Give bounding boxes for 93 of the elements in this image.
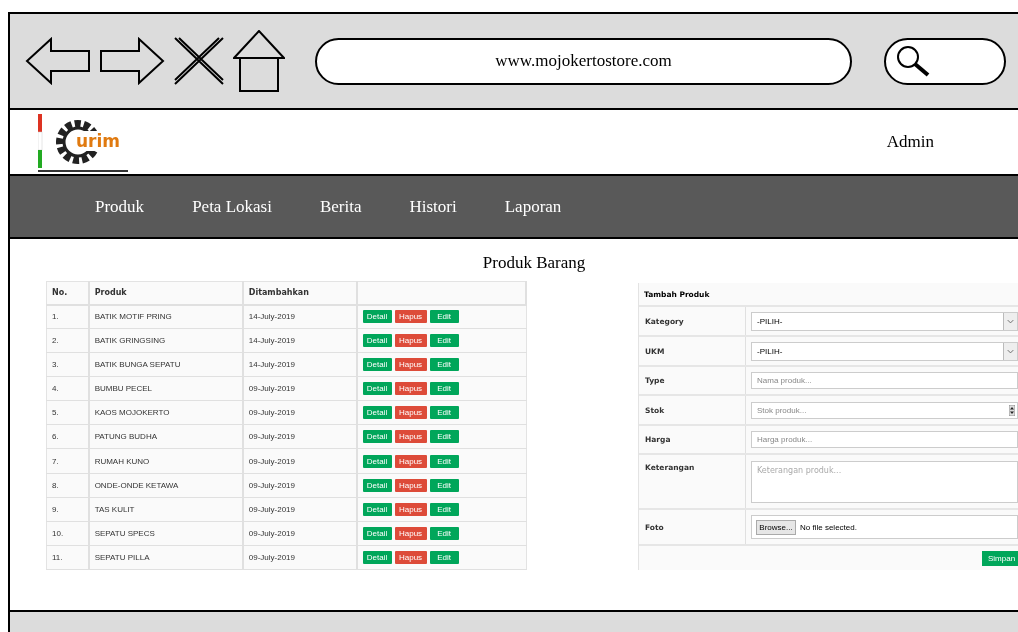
action-button[interactable]: Detail	[362, 358, 392, 372]
save-button[interactable]: Simpan	[982, 550, 1018, 566]
nav-link[interactable]: Histori	[409, 196, 457, 217]
table-cell: 14-July-2019	[242, 352, 357, 377]
back-arrow-icon[interactable]	[25, 37, 91, 85]
action-button[interactable]: Hapus	[394, 454, 427, 468]
action-button[interactable]: Hapus	[394, 526, 427, 540]
browse-button[interactable]: Browse...	[756, 519, 796, 535]
action-button[interactable]: Detail	[362, 382, 392, 396]
text-field[interactable]: Harga produk...	[751, 431, 1018, 448]
close-icon[interactable]	[173, 36, 225, 86]
action-button[interactable]: Detail	[362, 430, 392, 444]
number-field[interactable]: Stok produk...	[751, 401, 1018, 419]
action-button[interactable]: Edit	[429, 430, 459, 444]
table-cell: 09-July-2019	[242, 521, 357, 546]
action-button[interactable]: Edit	[429, 310, 459, 324]
action-button[interactable]: Hapus	[394, 430, 427, 444]
action-button[interactable]: Edit	[429, 382, 459, 396]
table-cell: 09-July-2019	[242, 424, 357, 449]
action-button[interactable]: Detail	[362, 502, 392, 516]
page-title: Produk Barang	[481, 252, 587, 274]
action-button[interactable]: Edit	[429, 478, 459, 492]
table-cell: BATIK GRINGSING	[88, 328, 243, 353]
forward-arrow-icon[interactable]	[99, 37, 165, 85]
action-button[interactable]: Edit	[429, 454, 459, 468]
action-button[interactable]: Detail	[362, 478, 392, 492]
address-bar[interactable]: www.mojokertostore.com	[315, 37, 852, 85]
action-button[interactable]: Detail	[362, 406, 392, 420]
description-field[interactable]: Keterangan produk...	[751, 460, 1018, 503]
table-cell: 09-July-2019	[242, 497, 357, 522]
action-button[interactable]: Hapus	[394, 550, 427, 564]
user-name: Admin	[886, 132, 934, 152]
table-cell: 1.	[46, 304, 89, 329]
nav-link[interactable]: Peta Lokasi	[192, 196, 272, 217]
table-cell: 2.	[46, 328, 89, 353]
table-cell: 3.	[46, 352, 89, 377]
table-cell: 7.	[46, 448, 89, 474]
action-button[interactable]: Edit	[429, 334, 459, 348]
action-button[interactable]: Edit	[429, 406, 459, 420]
action-button[interactable]: Hapus	[394, 382, 427, 396]
table-cell: 14-July-2019	[242, 328, 357, 353]
column-header: Ditambahkan	[242, 281, 357, 305]
search-field[interactable]	[884, 37, 1006, 85]
select-field[interactable]: -PILIH-	[751, 311, 1018, 331]
spinner-icon[interactable]	[1009, 404, 1015, 416]
table-cell: 09-July-2019	[242, 400, 357, 425]
table-cell: 09-July-2019	[242, 473, 357, 498]
table-cell: 6.	[46, 424, 89, 449]
column-header: Produk	[88, 281, 243, 305]
table-cell: BATIK MOTIF PRING	[88, 304, 243, 329]
table-cell: 9.	[46, 497, 89, 522]
file-status: No file selected.	[800, 522, 857, 532]
table-cell: 10.	[46, 521, 89, 546]
action-button[interactable]: Edit	[429, 526, 459, 540]
nav-link[interactable]: Produk	[95, 196, 145, 217]
search-icon	[896, 45, 930, 77]
text-field[interactable]: Nama produk...	[751, 372, 1018, 389]
action-button[interactable]: Edit	[429, 550, 459, 564]
table-cell: 09-July-2019	[242, 376, 357, 401]
table-cell: 8.	[46, 473, 89, 498]
action-button[interactable]: Hapus	[394, 358, 427, 372]
action-button[interactable]: Hapus	[394, 310, 427, 324]
action-button[interactable]: Detail	[362, 526, 392, 540]
action-button[interactable]: Detail	[362, 310, 392, 324]
table-cell: KAOS MOJOKERTO	[88, 400, 243, 425]
table-cell: 09-July-2019	[242, 448, 357, 474]
nav-link[interactable]: Laporan	[504, 196, 562, 217]
action-button[interactable]: Detail	[362, 454, 392, 468]
action-button[interactable]: Hapus	[394, 334, 427, 348]
table-cell: ONDE-ONDE KETAWA	[88, 473, 243, 498]
table-cell: SEPATU SPECS	[88, 521, 243, 546]
table-cell: BATIK BUNGA SEPATU	[88, 352, 243, 377]
action-button[interactable]: Edit	[429, 502, 459, 516]
table-cell: BUMBU PECEL	[88, 376, 243, 401]
table-cell: 14-July-2019	[242, 304, 357, 329]
home-icon[interactable]	[233, 30, 285, 92]
table-cell: 4.	[46, 376, 89, 401]
table-cell: 5.	[46, 400, 89, 425]
action-button[interactable]: Hapus	[394, 406, 427, 420]
nav-link[interactable]: Berita	[319, 196, 362, 217]
table-cell: 11.	[46, 545, 89, 570]
table-cell: TAS KULIT	[88, 497, 243, 522]
column-header: No.	[46, 281, 89, 305]
table-cell: PATUNG BUDHA	[88, 424, 243, 449]
select-field[interactable]: -PILIH-	[751, 341, 1018, 361]
action-button[interactable]: Hapus	[394, 502, 427, 516]
action-button[interactable]: Edit	[429, 358, 459, 372]
table-cell: RUMAH KUNO	[88, 448, 243, 474]
action-button[interactable]: Hapus	[394, 478, 427, 492]
action-button[interactable]: Detail	[362, 334, 392, 348]
action-button[interactable]: Detail	[362, 550, 392, 564]
table-cell: 09-July-2019	[242, 545, 357, 570]
table-cell: SEPATU PILLA	[88, 545, 243, 570]
